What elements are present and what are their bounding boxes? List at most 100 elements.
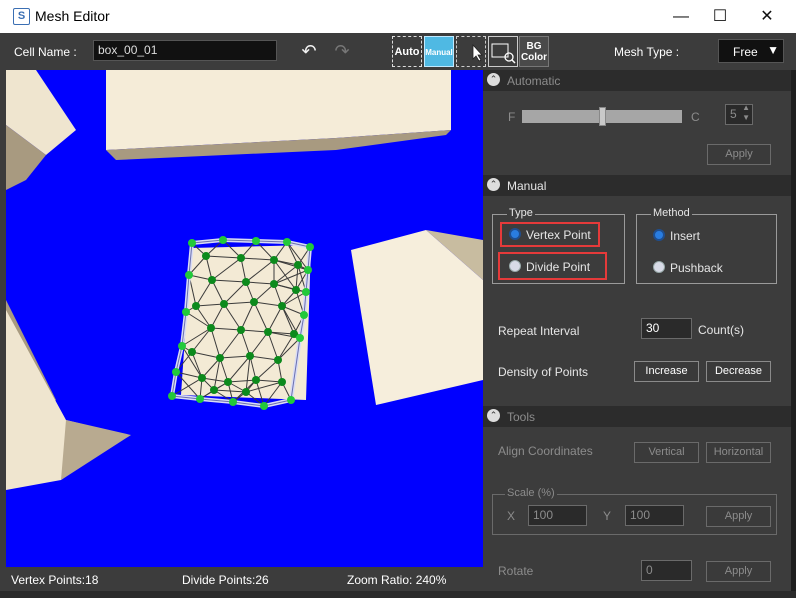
mesh-type-select[interactable]: Free ▼ xyxy=(718,39,784,63)
vertex-point[interactable] xyxy=(287,396,295,404)
density-slider[interactable] xyxy=(522,107,682,126)
divide-point[interactable] xyxy=(294,261,302,269)
increase-button[interactable]: Increase xyxy=(634,361,699,382)
manual-section-title: Manual xyxy=(507,179,547,193)
automatic-section-header[interactable]: ⌃ Automatic xyxy=(483,70,791,91)
mesh-viewport[interactable] xyxy=(6,70,483,567)
vertex-point[interactable] xyxy=(283,238,291,246)
vertex-point[interactable] xyxy=(302,288,310,296)
auto-mode-button[interactable]: Auto xyxy=(392,36,422,67)
bg-color-button[interactable]: BG Color xyxy=(519,36,549,67)
properties-panel: ⌃ Automatic F C 5 ▲ ▼ Apply ⌃ Manual Type… xyxy=(483,70,791,591)
divide-point[interactable] xyxy=(242,388,250,396)
arrow-cursor-icon xyxy=(472,43,483,62)
divide-point[interactable] xyxy=(224,378,232,386)
divide-point[interactable] xyxy=(208,276,216,284)
scale-apply-button[interactable]: Apply xyxy=(706,506,771,527)
divide-point-label[interactable]: Divide Point xyxy=(526,260,590,274)
divide-point[interactable] xyxy=(270,280,278,288)
bg-color-line1: BG xyxy=(526,41,542,52)
tools-section-header[interactable]: ⌃ Tools xyxy=(483,406,791,427)
manual-mode-button[interactable]: Manual xyxy=(424,36,454,67)
pushback-label[interactable]: Pushback xyxy=(670,261,723,275)
vertex-point[interactable] xyxy=(182,308,190,316)
collapse-icon[interactable]: ⌃ xyxy=(487,178,500,191)
divide-point[interactable] xyxy=(246,352,254,360)
pushback-radio[interactable] xyxy=(653,261,665,273)
density-of-points-label: Density of Points xyxy=(498,365,589,379)
density-spinner[interactable]: 5 ▲ ▼ xyxy=(725,103,753,125)
divide-point[interactable] xyxy=(242,278,250,286)
divide-point[interactable] xyxy=(220,300,228,308)
insert-radio[interactable] xyxy=(653,229,665,241)
repeat-interval-input[interactable]: 30 xyxy=(641,318,692,339)
divide-point[interactable] xyxy=(278,302,286,310)
divide-point[interactable] xyxy=(250,298,258,306)
zoom-ratio-status: Zoom Ratio: 240% xyxy=(347,573,447,587)
type-group-title: Type xyxy=(507,207,535,219)
divide-point[interactable] xyxy=(237,326,245,334)
vertex-point[interactable] xyxy=(300,311,308,319)
decrease-button[interactable]: Decrease xyxy=(706,361,771,382)
toolbar: Cell Name : box_00_01 ↶ ↷ Auto Manual BG… xyxy=(0,33,796,70)
vertical-button[interactable]: Vertical xyxy=(634,442,699,463)
vertex-point[interactable] xyxy=(252,237,260,245)
divide-point[interactable] xyxy=(192,302,200,310)
scale-y-input[interactable]: 100 xyxy=(625,505,684,526)
redo-icon[interactable]: ↷ xyxy=(330,39,354,63)
collapse-icon[interactable]: ⌃ xyxy=(487,73,500,86)
auto-apply-button[interactable]: Apply xyxy=(707,144,771,165)
horizontal-button[interactable]: Horizontal xyxy=(706,442,771,463)
vertex-point-radio[interactable] xyxy=(509,228,521,240)
divide-point[interactable] xyxy=(264,328,272,336)
mesh-canvas[interactable] xyxy=(6,70,483,567)
collapse-icon[interactable]: ⌃ xyxy=(487,409,500,422)
vertex-point[interactable] xyxy=(260,402,268,410)
vertex-point[interactable] xyxy=(219,236,227,244)
divide-point[interactable] xyxy=(237,254,245,262)
divide-point[interactable] xyxy=(207,324,215,332)
manual-section-header[interactable]: ⌃ Manual xyxy=(483,175,791,196)
zoom-tool-button[interactable] xyxy=(488,36,518,67)
scale-x-label: X xyxy=(507,509,516,523)
vertex-point[interactable] xyxy=(304,266,312,274)
bg-color-line2: Color xyxy=(520,52,548,63)
vertex-point[interactable] xyxy=(196,395,204,403)
spinner-arrows-icon[interactable]: ▲ ▼ xyxy=(742,103,750,123)
vertex-point-label[interactable]: Vertex Point xyxy=(526,228,591,242)
vertex-point[interactable] xyxy=(172,368,180,376)
vertex-point[interactable] xyxy=(296,334,304,342)
select-tool-button[interactable] xyxy=(456,36,486,67)
mesh-type-value: Free xyxy=(733,45,758,59)
rotate-apply-button[interactable]: Apply xyxy=(706,561,771,582)
divide-point[interactable] xyxy=(188,348,196,356)
divide-point[interactable] xyxy=(270,256,278,264)
divide-point[interactable] xyxy=(210,386,218,394)
scale-x-input[interactable]: 100 xyxy=(528,505,587,526)
cell-name-input[interactable]: box_00_01 xyxy=(93,40,277,61)
divide-point[interactable] xyxy=(202,252,210,260)
vertex-point[interactable] xyxy=(188,239,196,247)
divide-point[interactable] xyxy=(274,356,282,364)
scale-group-title: Scale (%) xyxy=(505,487,557,499)
insert-label[interactable]: Insert xyxy=(670,229,700,243)
divide-point[interactable] xyxy=(292,286,300,294)
divide-point[interactable] xyxy=(252,376,260,384)
close-button[interactable]: ✕ xyxy=(744,0,790,33)
maximize-button[interactable]: ☐ xyxy=(697,0,743,33)
title-bar: S Mesh Editor — ☐ ✕ xyxy=(0,0,796,33)
divide-point[interactable] xyxy=(198,374,206,382)
divide-point[interactable] xyxy=(278,378,286,386)
app-icon: S xyxy=(13,8,30,25)
undo-icon[interactable]: ↶ xyxy=(297,39,321,63)
vertex-point[interactable] xyxy=(168,392,176,400)
rotate-input[interactable]: 0 xyxy=(641,560,692,581)
slider-thumb[interactable] xyxy=(599,107,606,126)
vertex-point[interactable] xyxy=(306,243,314,251)
divide-point-radio[interactable] xyxy=(509,260,521,272)
vertex-point[interactable] xyxy=(185,271,193,279)
vertex-point[interactable] xyxy=(229,398,237,406)
vertex-point[interactable] xyxy=(178,342,186,350)
divide-point[interactable] xyxy=(216,354,224,362)
method-group-title: Method xyxy=(651,207,692,219)
